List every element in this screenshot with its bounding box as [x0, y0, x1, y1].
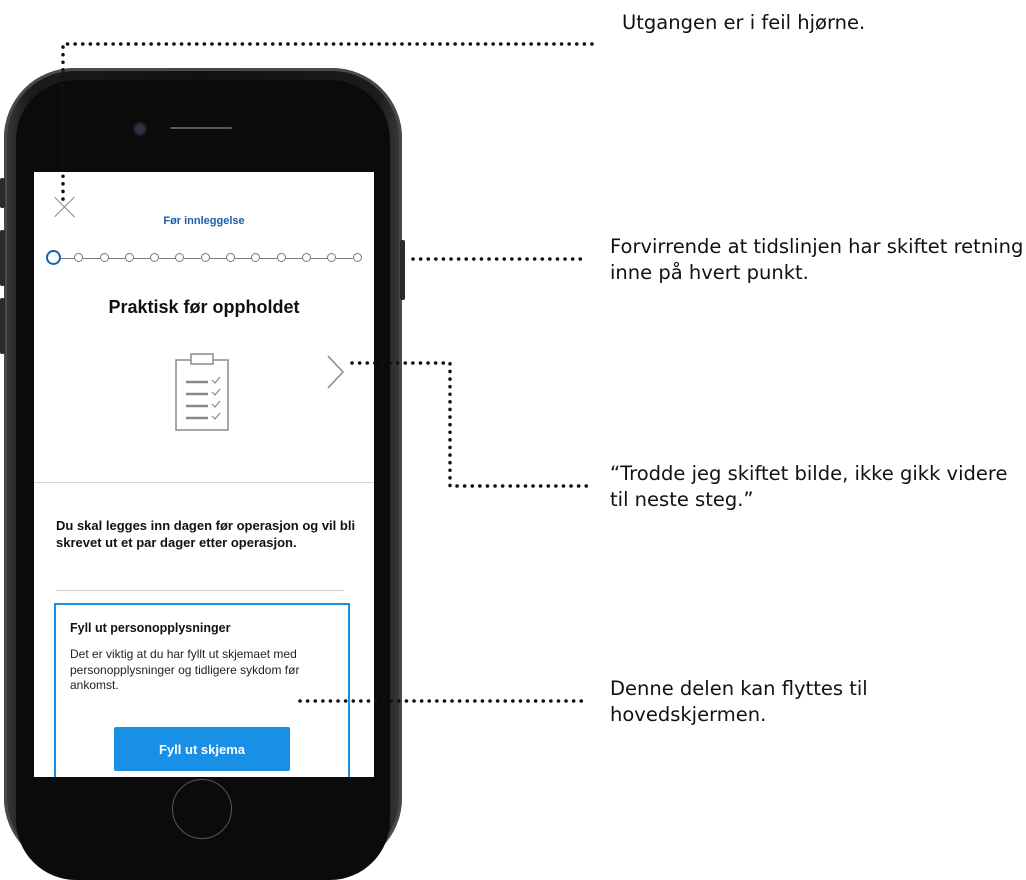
timeline-connector	[108, 257, 126, 259]
step-title: Før innleggelse	[163, 215, 245, 227]
annotation-next-arrow: “Trodde jeg skiftet bilde, ikke gikk vid…	[610, 462, 1008, 511]
annotation-card: Denne delen kan flyttes til hovedskjerme…	[610, 677, 868, 726]
timeline-connector	[310, 257, 328, 259]
timeline-connector	[209, 257, 227, 259]
timeline-step[interactable]	[74, 253, 84, 262]
timeline-step[interactable]	[352, 253, 362, 262]
section-divider	[34, 482, 374, 483]
annotation-timeline: Forvirrende at tidslinjen har skiftet re…	[610, 235, 1024, 284]
timeline-step[interactable]	[124, 253, 134, 262]
timeline-step[interactable]	[301, 253, 311, 262]
clipboard-checklist-icon	[175, 353, 229, 431]
fill-form-button[interactable]: Fyll ut skjema	[114, 727, 290, 771]
timeline-connector	[335, 257, 353, 259]
phone-volume-down	[0, 298, 5, 354]
earpiece-speaker	[170, 127, 232, 129]
timeline-step[interactable]	[200, 253, 210, 262]
timeline-step[interactable]	[175, 253, 185, 262]
content-divider	[56, 590, 344, 591]
timeline-step[interactable]	[226, 253, 236, 262]
timeline-connector	[133, 257, 151, 259]
phone-volume-up	[0, 230, 5, 286]
annotation-exit: Utgangen er i feil hjørne.	[622, 11, 866, 34]
intro-text: Du skal legges inn dagen før operasjon o…	[56, 518, 356, 550]
page-title: Praktisk før oppholdet	[108, 297, 300, 317]
timeline-step[interactable]	[99, 253, 109, 262]
chevron-right-icon[interactable]	[326, 354, 346, 390]
timeline-step[interactable]	[150, 253, 160, 262]
step-timeline[interactable]	[46, 250, 362, 266]
phone-mute-switch	[0, 178, 5, 208]
timeline-step[interactable]	[276, 253, 286, 262]
timeline-step[interactable]	[251, 253, 261, 262]
timeline-connector	[183, 257, 202, 259]
timeline-connector	[82, 257, 101, 259]
front-camera	[135, 124, 145, 134]
timeline-connector	[158, 257, 176, 259]
timeline-connector	[259, 257, 278, 259]
card-title: Fyll ut personopplysninger	[70, 621, 231, 635]
card-text: Det er viktig at du har fyllt ut skjemae…	[70, 647, 300, 692]
phone-screen: Før innleggelse Praktisk før oppholdet D…	[34, 172, 374, 777]
timeline-step[interactable]	[327, 253, 337, 262]
phone-power-button	[400, 240, 405, 300]
timeline-connector	[285, 257, 303, 259]
home-button[interactable]	[172, 779, 232, 839]
timeline-connector	[234, 257, 252, 259]
personal-info-card: Fyll ut personopplysninger Det er viktig…	[54, 603, 350, 777]
timeline-step-current[interactable]	[46, 250, 61, 265]
